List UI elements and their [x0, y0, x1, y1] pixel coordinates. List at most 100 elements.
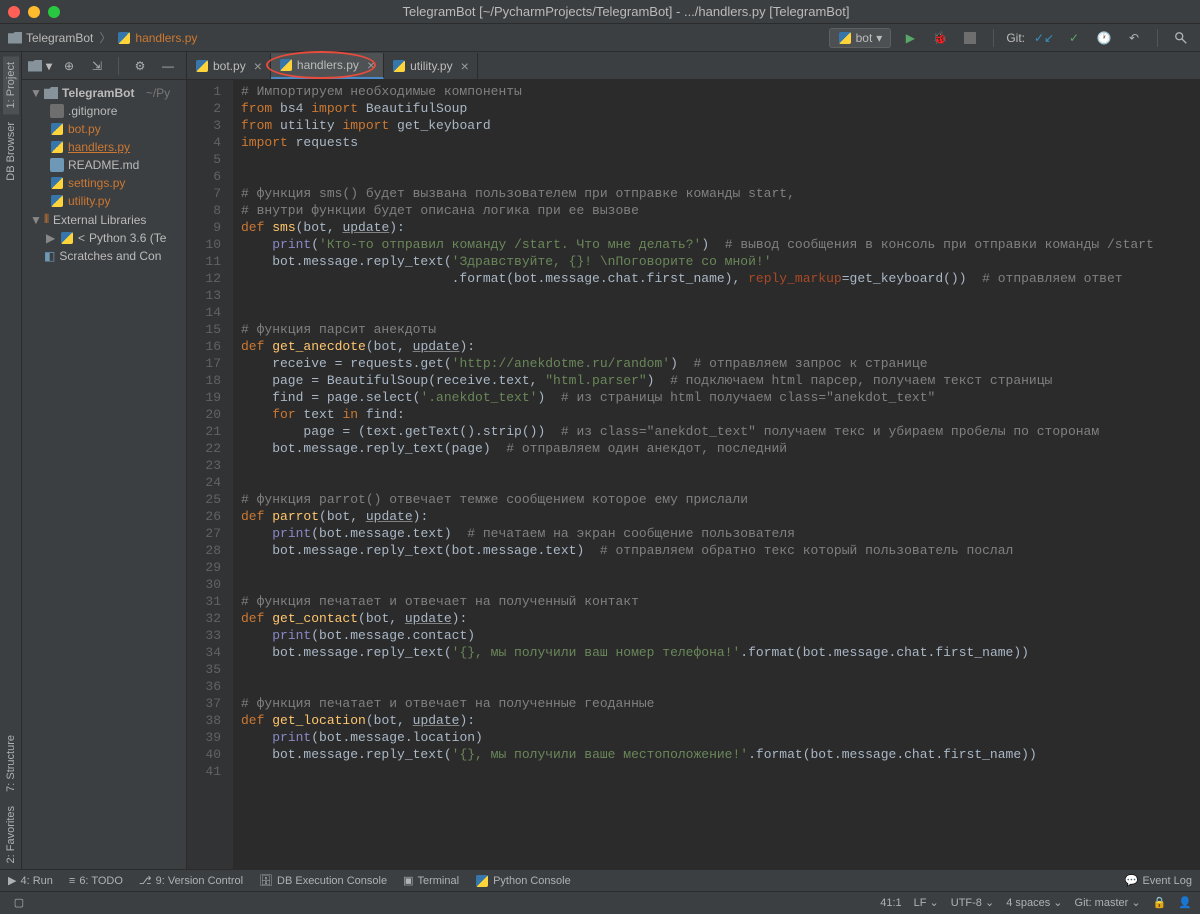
tree-file[interactable]: .gitignore [22, 102, 186, 120]
search-everywhere-button[interactable] [1170, 27, 1192, 49]
code-line[interactable] [241, 763, 1200, 780]
tree-file[interactable]: settings.py [22, 174, 186, 192]
favorites-tool-tab[interactable]: 2: Favorites [3, 800, 19, 869]
code-line[interactable] [241, 661, 1200, 678]
tree-scratches[interactable]: ◧ Scratches and Con [22, 247, 186, 265]
code-line[interactable] [241, 168, 1200, 185]
run-button[interactable]: ▶ [899, 27, 921, 49]
git-commit-button[interactable]: ✓ [1063, 27, 1085, 49]
close-tab-icon[interactable]: × [461, 58, 469, 74]
hide-panel-icon[interactable]: — [157, 55, 179, 77]
close-tab-icon[interactable]: × [367, 57, 375, 73]
tree-external-libraries[interactable]: ▼ ⫴ External Libraries [22, 210, 186, 229]
run-configuration-selector[interactable]: bot ▾ [829, 28, 892, 48]
db-console-tool-tab[interactable]: 🗄 DB Execution Console [259, 874, 387, 887]
status-line-separator[interactable]: LF ⌄ [914, 896, 939, 909]
code-line[interactable]: print(bot.message.text) # печатаем на эк… [241, 525, 1200, 542]
vcs-tool-tab[interactable]: ⎇ 9: Version Control [139, 874, 243, 887]
readonly-toggle-icon[interactable]: 🔒 [1153, 896, 1167, 909]
tool-windows-toggle-icon[interactable]: ▢ [8, 892, 30, 914]
status-encoding[interactable]: UTF-8 ⌄ [951, 896, 994, 909]
code-line[interactable] [241, 287, 1200, 304]
code-line[interactable]: page = (text.getText().strip()) # из cla… [241, 423, 1200, 440]
code-line[interactable]: print(bot.message.contact) [241, 627, 1200, 644]
terminal-tool-tab[interactable]: ▣ Terminal [403, 874, 459, 887]
code-line[interactable]: def parrot(bot, update): [241, 508, 1200, 525]
editor-tab[interactable]: utility.py× [384, 53, 478, 79]
close-window-icon[interactable] [8, 6, 20, 18]
gear-icon[interactable]: ⚙ [129, 55, 151, 77]
hector-icon[interactable]: 👤 [1178, 896, 1192, 909]
code-line[interactable]: # функция печатает и отвечает на получен… [241, 593, 1200, 610]
code-line[interactable]: .format(bot.message.chat.first_name), re… [241, 270, 1200, 287]
structure-tool-tab[interactable]: 7: Structure [3, 729, 19, 798]
status-git-branch[interactable]: Git: master ⌄ [1075, 896, 1141, 909]
code-line[interactable]: # функция sms() будет вызвана пользовате… [241, 185, 1200, 202]
db-browser-tool-tab[interactable]: DB Browser [3, 116, 19, 187]
line-number: 30 [187, 576, 221, 593]
code-line[interactable]: def get_contact(bot, update): [241, 610, 1200, 627]
scroll-from-source-icon[interactable]: ⊕ [58, 55, 80, 77]
code-line[interactable]: bot.message.reply_text('Здравствуйте, {}… [241, 253, 1200, 270]
tree-file[interactable]: README.md [22, 156, 186, 174]
status-indent[interactable]: 4 spaces ⌄ [1006, 896, 1062, 909]
close-tab-icon[interactable]: × [254, 58, 262, 74]
code-line[interactable]: for text in find: [241, 406, 1200, 423]
python-console-tool-tab[interactable]: Python Console [475, 874, 571, 888]
run-tool-tab[interactable]: ▶ 4: Run [8, 874, 53, 887]
tree-root[interactable]: ▼ TelegramBot ~/Py [22, 84, 186, 102]
breadcrumb-project[interactable]: TelegramBot [8, 31, 93, 45]
tree-python-sdk[interactable]: ▶ < Python 3.6 (Te [22, 229, 186, 247]
git-revert-button[interactable]: ↶ [1123, 27, 1145, 49]
code-line[interactable]: print(bot.message.location) [241, 729, 1200, 746]
event-log-tool-tab[interactable]: 💬 Event Log [1125, 874, 1192, 887]
code-line[interactable]: bot.message.reply_text(bot.message.text)… [241, 542, 1200, 559]
status-caret-position[interactable]: 41:1 [880, 897, 901, 909]
code-line[interactable] [241, 678, 1200, 695]
code-line[interactable]: bot.message.reply_text(page) # отправляе… [241, 440, 1200, 457]
todo-tool-tab[interactable]: ≡ 6: TODO [69, 875, 123, 887]
editor-tab[interactable]: bot.py× [187, 53, 271, 79]
git-history-button[interactable]: 🕐 [1093, 27, 1115, 49]
code-line[interactable] [241, 151, 1200, 168]
tree-file[interactable]: bot.py [22, 120, 186, 138]
code-line[interactable] [241, 457, 1200, 474]
editor-tab[interactable]: handlers.py× [271, 53, 384, 79]
code-line[interactable] [241, 474, 1200, 491]
code-line[interactable]: def get_location(bot, update): [241, 712, 1200, 729]
panel-view-selector[interactable]: ▾ [28, 59, 52, 73]
code-line[interactable]: from utility import get_keyboard [241, 117, 1200, 134]
project-tool-tab[interactable]: 1: Project [3, 56, 19, 114]
debug-button[interactable]: 🐞 [929, 27, 951, 49]
code-editor[interactable]: 1234567891011121314151617181920212223242… [187, 80, 1200, 869]
breadcrumb-file[interactable]: handlers.py [117, 31, 197, 45]
code-line[interactable]: # функция парсит анекдоты [241, 321, 1200, 338]
collapse-all-icon[interactable]: ⇲ [86, 55, 108, 77]
code-line[interactable] [241, 304, 1200, 321]
minimize-window-icon[interactable] [28, 6, 40, 18]
code-line[interactable]: receive = requests.get('http://anekdotme… [241, 355, 1200, 372]
git-update-button[interactable]: ✓↙ [1033, 27, 1055, 49]
code-line[interactable]: bot.message.reply_text('{}, мы получили … [241, 746, 1200, 763]
code-line[interactable] [241, 559, 1200, 576]
code-line[interactable]: import requests [241, 134, 1200, 151]
code-line[interactable]: # функция печатает и отвечает на получен… [241, 695, 1200, 712]
code-line[interactable]: def sms(bot, update): [241, 219, 1200, 236]
code-line[interactable]: def get_anecdote(bot, update): [241, 338, 1200, 355]
code-line[interactable]: # функция parrot() отвечает темже сообще… [241, 491, 1200, 508]
tree-file[interactable]: utility.py [22, 192, 186, 210]
code-content[interactable]: # Импортируем необходимые компонентыfrom… [233, 80, 1200, 869]
code-line[interactable] [241, 576, 1200, 593]
code-line[interactable]: page = BeautifulSoup(receive.text, "html… [241, 372, 1200, 389]
code-line[interactable]: from bs4 import BeautifulSoup [241, 100, 1200, 117]
line-number: 22 [187, 440, 221, 457]
tree-file[interactable]: handlers.py [22, 138, 186, 156]
code-line[interactable]: find = page.select('.anekdot_text') # из… [241, 389, 1200, 406]
stop-button[interactable] [959, 27, 981, 49]
line-number: 41 [187, 763, 221, 780]
code-line[interactable]: bot.message.reply_text('{}, мы получили … [241, 644, 1200, 661]
code-line[interactable]: # Импортируем необходимые компоненты [241, 83, 1200, 100]
code-line[interactable]: # внутри функции будет описана логика пр… [241, 202, 1200, 219]
maximize-window-icon[interactable] [48, 6, 60, 18]
code-line[interactable]: print('Кто-то отправил команду /start. Ч… [241, 236, 1200, 253]
